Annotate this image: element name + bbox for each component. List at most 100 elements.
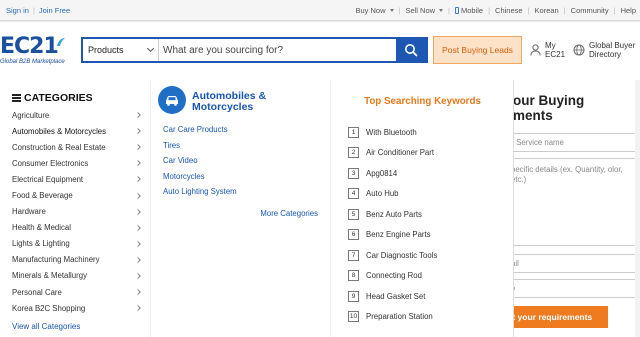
more-categories-link[interactable]: More Categories — [260, 209, 318, 218]
keyword-rank: 4 — [348, 188, 359, 200]
header: EC21 Global B2B Marketplace Products Pos… — [0, 22, 640, 80]
mobile-link[interactable]: Mobile — [455, 6, 483, 15]
ec21-logo[interactable]: EC21 Global B2B Marketplace — [0, 36, 70, 74]
buying-request-title: our Buying ments — [513, 93, 585, 123]
category-item[interactable]: Hardware — [0, 204, 150, 220]
join-free-link[interactable]: Join Free — [39, 6, 70, 15]
top-bar: Sign in | Join Free Buy Now | Sell Now |… — [0, 0, 640, 21]
keyword-rank: 3 — [348, 167, 359, 179]
category-label: Electrical Equipment — [12, 174, 84, 184]
keyword-item[interactable]: 4 Auto Hub — [348, 184, 437, 205]
keyword-item[interactable]: 2 Air Conditioner Part — [348, 143, 437, 164]
category-item[interactable]: Electrical Equipment — [0, 171, 150, 187]
subcategory-link[interactable]: Auto Lighting System — [163, 187, 237, 203]
category-item[interactable]: Consumer Electronics — [0, 155, 150, 171]
keyword-label: With Bluetooth — [366, 127, 417, 137]
category-item[interactable]: Food & Beverage — [0, 187, 150, 203]
search-input[interactable] — [159, 39, 396, 61]
buy-now-menu[interactable]: Buy Now — [355, 6, 394, 15]
top-keywords-panel: Top Searching Keywords 1 With Bluetooth 2 A… — [330, 80, 513, 337]
search-button[interactable] — [396, 39, 426, 61]
chevron-right-icon — [135, 240, 141, 247]
category-item[interactable]: Construction & Real Estate — [0, 139, 150, 155]
category-item[interactable]: Minerals & Metallurgy — [0, 268, 150, 284]
keyword-item[interactable]: 5 Benz Auto Parts — [348, 204, 437, 225]
subcategory-link[interactable]: Motorcycles — [163, 172, 237, 188]
keyword-rank: 1 — [348, 126, 359, 138]
keyword-item[interactable]: 9 Head Gasket Set — [348, 286, 437, 307]
submit-requirements-button[interactable]: it your requirements — [514, 306, 608, 328]
category-list: Agriculture Automobiles & Motorcycles Cons… — [0, 107, 150, 316]
keyword-label: Apg0814 — [366, 168, 398, 178]
my-ec21-label: My EC21 — [545, 41, 565, 59]
my-ec21-line1: My — [545, 41, 556, 50]
keyword-rank: 10 — [348, 311, 359, 323]
chevron-right-icon — [135, 160, 141, 167]
chevron-right-icon — [135, 128, 141, 134]
keyword-item[interactable]: 8 Connecting Rod — [348, 266, 437, 287]
category-item[interactable]: Health & Medical — [0, 220, 150, 236]
sell-now-menu[interactable]: Sell Now — [405, 6, 444, 15]
keyword-item[interactable]: 6 Benz Engine Parts — [348, 225, 437, 246]
subcategory-link[interactable]: Tires — [163, 141, 237, 157]
community-link[interactable]: Community — [571, 6, 609, 15]
search-category-select[interactable]: Products — [83, 39, 159, 61]
chevron-right-icon — [135, 273, 141, 279]
subcategory-link[interactable]: Car Video — [163, 156, 237, 172]
keyword-item[interactable]: 7 Car Diagnostic Tools — [348, 245, 437, 266]
category-item[interactable]: Korea B2C Shopping — [0, 300, 150, 316]
service-name-field[interactable]: * Service name — [514, 133, 639, 152]
globe-icon — [573, 44, 585, 56]
keyword-label: Car Diagnostic Tools — [366, 250, 438, 260]
keyword-item[interactable]: 1 With Bluetooth — [348, 122, 437, 143]
separator: | — [488, 6, 491, 15]
phone-field[interactable]: e — [514, 279, 639, 298]
keyword-label: Benz Auto Parts — [366, 209, 422, 219]
keyword-rank: 9 — [348, 290, 359, 302]
categories-panel: CATEGORIES Agriculture Automobiles & Moto… — [0, 80, 150, 337]
sign-in-link[interactable]: Sign in — [6, 6, 29, 15]
category-item[interactable]: Automobiles & Motorcycles — [0, 123, 150, 139]
buy-now-label: Buy Now — [355, 6, 386, 15]
category-item[interactable]: Agriculture — [0, 107, 150, 123]
menu-icon — [12, 94, 21, 102]
keyword-rank: 7 — [348, 249, 359, 261]
keyword-item[interactable]: 10 Preparation Station — [348, 307, 437, 328]
keyword-label: Preparation Station — [366, 312, 433, 322]
separator: | — [563, 6, 566, 15]
buying-request-title-line1: our Buying — [513, 93, 585, 108]
subcategory-list: Car Care Products Tires Car Video Motorcycl… — [163, 125, 237, 203]
utility-links: Buy Now | Sell Now | Mobile | Chinese | … — [355, 6, 636, 15]
category-item[interactable]: Lights & Lighting — [0, 236, 150, 252]
separator: | — [448, 6, 450, 15]
categories-title: CATEGORIES — [24, 92, 93, 104]
search-category-value: Products — [88, 45, 124, 55]
category-item[interactable]: Personal Care — [0, 284, 150, 300]
category-item[interactable]: Manufacturing Machinery — [0, 252, 150, 268]
chevron-right-icon — [135, 112, 141, 118]
keyword-item[interactable]: 3 Apg0814 — [348, 163, 437, 184]
chevron-right-icon — [135, 305, 141, 312]
korean-link[interactable]: Korean — [535, 6, 559, 15]
scrollbar[interactable] — [635, 80, 640, 337]
chevron-down-icon — [439, 9, 444, 12]
keyword-list: 1 With Bluetooth 2 Air Conditioner Part 3 Apg… — [348, 122, 437, 327]
subcategory-link[interactable]: Car Care Products — [163, 125, 237, 141]
help-link[interactable]: Help — [621, 6, 636, 15]
category-label: Minerals & Metallurgy — [12, 271, 87, 281]
search-bar: Products — [81, 37, 428, 63]
chinese-link[interactable]: Chinese — [495, 6, 523, 15]
chevron-right-icon — [135, 192, 141, 199]
view-all-categories-link[interactable]: View all Categories — [12, 322, 80, 331]
details-field[interactable]: pecific details (ex. Quantity, olor, etc… — [514, 158, 639, 246]
post-buying-leads-button[interactable]: Post Buying Leads — [433, 36, 522, 64]
my-ec21-link[interactable]: My EC21 — [530, 41, 565, 59]
category-label: Korea B2C Shopping — [12, 303, 86, 313]
email-field[interactable]: ail — [514, 254, 639, 273]
separator: | — [527, 6, 530, 15]
categories-heading: CATEGORIES — [12, 92, 93, 104]
global-buyer-directory-link[interactable]: Global Buyer Directory — [573, 41, 635, 59]
category-label: Lights & Lighting — [12, 239, 70, 249]
category-label: Health & Medical — [12, 223, 71, 233]
chevron-down-icon — [389, 9, 394, 12]
